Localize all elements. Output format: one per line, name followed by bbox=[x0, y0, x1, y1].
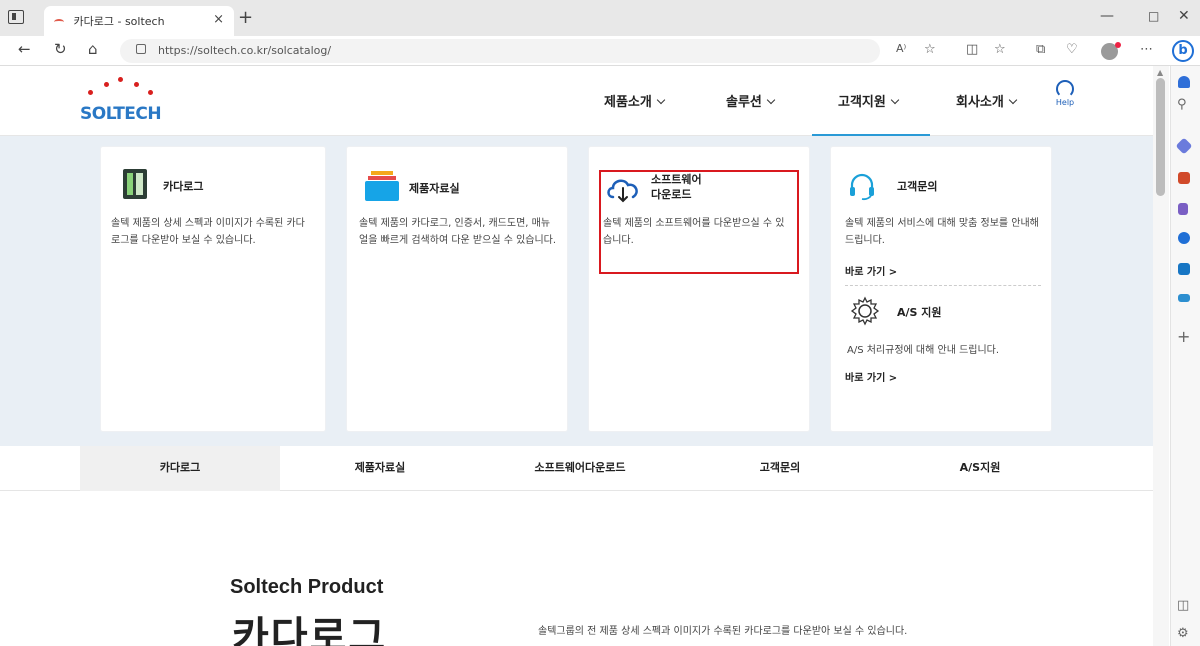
scroll-up-icon[interactable]: ▲ bbox=[1157, 68, 1163, 77]
card-description: 솔텍 제품의 상세 스펙과 이미지가 수록된 카다로그를 다운받아 보실 수 있… bbox=[111, 218, 305, 246]
address-toolbar: ← ↻ ⌂ https://soltech.co.kr/solcatalog/ … bbox=[0, 36, 1200, 66]
tools-icon[interactable] bbox=[1178, 172, 1190, 184]
read-aloud-icon[interactable]: A⁾ bbox=[896, 42, 906, 55]
favorites-icon[interactable]: ☆ bbox=[994, 42, 1006, 57]
chevron-down-icon bbox=[1008, 95, 1018, 105]
hero-subtitle: Soltech Product bbox=[230, 576, 384, 598]
menu-label: 고객지원 bbox=[838, 95, 886, 110]
collections-icon[interactable]: ⧉ bbox=[1036, 42, 1045, 57]
highlight-box bbox=[599, 170, 799, 274]
chevron-down-icon bbox=[890, 95, 900, 105]
catalog-book-icon bbox=[123, 169, 147, 199]
favorite-star-icon[interactable]: ☆ bbox=[924, 42, 936, 57]
headset-icon bbox=[1056, 80, 1074, 98]
refresh-icon[interactable]: ↻ bbox=[54, 40, 67, 58]
menu-solutions[interactable]: 솔루션 bbox=[726, 91, 776, 110]
restore-icon[interactable]: □ bbox=[1148, 9, 1159, 23]
help-label: Help bbox=[1055, 98, 1075, 107]
home-icon[interactable]: ⌂ bbox=[88, 40, 98, 58]
as-title: A/S 지원 bbox=[897, 306, 942, 319]
extensions-icon[interactable]: ♡ bbox=[1066, 42, 1078, 57]
menu-products[interactable]: 제품소개 bbox=[604, 91, 666, 110]
catalog-card[interactable]: 카다로그 솔텍 제품의 상세 스펙과 이미지가 수록된 카다로그를 다운받아 보… bbox=[100, 146, 326, 432]
menu-support[interactable]: 고객지원 bbox=[838, 91, 900, 110]
as-goto-link[interactable]: 바로 가기 > bbox=[845, 369, 897, 384]
tab-catalog[interactable]: 카다로그 bbox=[80, 446, 280, 491]
games-icon[interactable] bbox=[1178, 203, 1188, 215]
menu-company[interactable]: 회사소개 bbox=[956, 91, 1018, 110]
split-screen-icon[interactable]: ◫ bbox=[966, 42, 978, 57]
profile-avatar[interactable] bbox=[1101, 42, 1121, 60]
scroll-thumb[interactable] bbox=[1156, 78, 1165, 196]
menu-label: 제품소개 bbox=[604, 95, 652, 110]
logo-dots bbox=[82, 76, 162, 102]
tab-actions-icon[interactable] bbox=[8, 10, 24, 24]
tab-materials[interactable]: 제품자료실 bbox=[280, 446, 480, 491]
chevron-down-icon bbox=[656, 95, 666, 105]
bing-copilot-icon[interactable]: b bbox=[1172, 40, 1194, 62]
lock-icon bbox=[136, 44, 146, 54]
drop-icon[interactable] bbox=[1178, 294, 1190, 302]
card-description: 솔텍 제품의 카다로그, 인증서, 캐드도면, 매뉴얼을 빠르게 검색하여 다운… bbox=[359, 218, 557, 246]
url-text: https://soltech.co.kr/solcatalog/ bbox=[158, 44, 332, 57]
tab-title: 카다로그 - soltech bbox=[73, 15, 165, 28]
close-window-icon[interactable]: ✕ bbox=[1178, 8, 1190, 24]
card-description: 솔텍 제품의 서비스에 대해 맞춤 정보를 안내해 드립니다. bbox=[845, 218, 1039, 246]
web-page: SOLTECH 제품소개 솔루션 고객지원 회사소개 Help 카다로그 솔텍 … bbox=[0, 66, 1153, 646]
card-title: 제품자료실 bbox=[409, 182, 460, 195]
search-icon[interactable]: ⚲ bbox=[1177, 97, 1187, 112]
tab-close-icon[interactable]: × bbox=[213, 12, 224, 27]
sidebar-layout-icon[interactable]: ◫ bbox=[1177, 598, 1189, 613]
tab-software-download[interactable]: 소프트웨어다운로드 bbox=[480, 446, 680, 491]
notification-icon[interactable] bbox=[1178, 76, 1190, 88]
back-icon[interactable]: ← bbox=[18, 40, 31, 58]
page-scrollbar[interactable]: ▲ bbox=[1153, 66, 1169, 646]
sub-tab-nav: 카다로그 제품자료실 소프트웨어다운로드 고객문의 A/S지원 bbox=[0, 446, 1153, 491]
tab-as-support[interactable]: A/S지원 bbox=[880, 446, 1080, 491]
card-title: 고객문의 bbox=[897, 180, 938, 193]
inquiry-card[interactable]: 고객문의 솔텍 제품의 서비스에 대해 맞춤 정보를 안내해 드립니다. 바로 … bbox=[830, 146, 1052, 432]
browser-tab-bar: 카다로그 - soltech × + — □ ✕ bbox=[0, 0, 1200, 36]
office-icon[interactable] bbox=[1178, 232, 1190, 244]
site-favicon-icon bbox=[54, 19, 64, 25]
divider bbox=[845, 285, 1041, 286]
menu-label: 회사소개 bbox=[956, 95, 1004, 110]
hero-title: 카다로그 bbox=[232, 614, 388, 646]
outlook-icon[interactable] bbox=[1178, 263, 1190, 275]
browser-tab[interactable]: 카다로그 - soltech × bbox=[44, 6, 234, 36]
gear-icon bbox=[850, 296, 880, 326]
as-description: A/S 처리규정에 대해 안내 드립니다. bbox=[847, 345, 1000, 356]
address-bar[interactable]: https://soltech.co.kr/solcatalog/ bbox=[120, 39, 880, 63]
materials-card[interactable]: 제품자료실 솔텍 제품의 카다로그, 인증서, 캐드도면, 매뉴얼을 빠르게 검… bbox=[346, 146, 568, 432]
folder-icon bbox=[365, 171, 399, 201]
site-logo[interactable]: SOLTECH bbox=[80, 104, 162, 124]
menu-label: 솔루션 bbox=[726, 95, 762, 110]
inquiry-goto-link[interactable]: 바로 가기 > bbox=[845, 263, 897, 278]
sidebar-settings-icon[interactable]: ⚙ bbox=[1177, 626, 1189, 641]
headset-icon bbox=[850, 173, 874, 201]
tab-inquiry[interactable]: 고객문의 bbox=[680, 446, 880, 491]
minimize-icon[interactable]: — bbox=[1100, 8, 1114, 24]
chevron-down-icon bbox=[766, 95, 776, 105]
new-tab-button[interactable]: + bbox=[238, 7, 253, 28]
more-menu-icon[interactable]: ⋯ bbox=[1140, 42, 1153, 57]
support-mega-menu: 카다로그 솔텍 제품의 상세 스펙과 이미지가 수록된 카다로그를 다운받아 보… bbox=[0, 136, 1153, 446]
help-button[interactable]: Help bbox=[1050, 80, 1080, 107]
site-header: SOLTECH 제품소개 솔루션 고객지원 회사소개 Help bbox=[0, 66, 1153, 136]
add-sidebar-app-icon[interactable]: + bbox=[1177, 327, 1190, 346]
card-title: 카다로그 bbox=[163, 180, 204, 193]
hero-description: 솔텍그룹의 전 제품 상세 스펙과 이미지가 수록된 카다로그를 다운받아 보실… bbox=[538, 626, 908, 637]
